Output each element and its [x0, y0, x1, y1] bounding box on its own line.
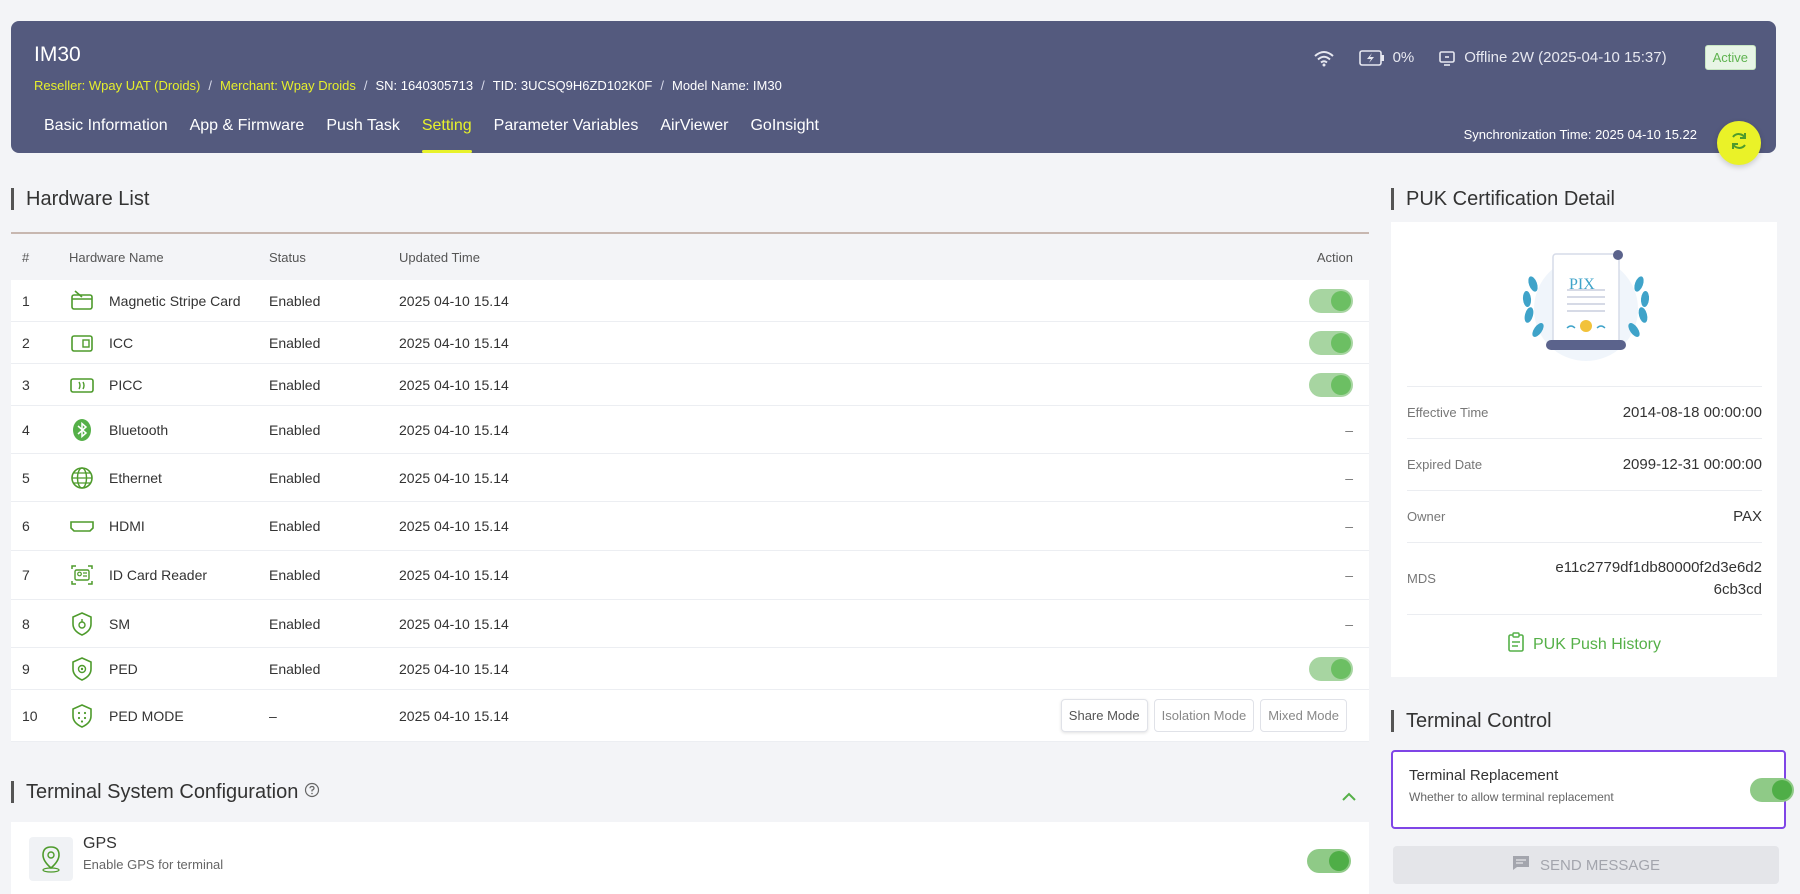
- isolation-mode-button[interactable]: Isolation Mode: [1153, 699, 1255, 732]
- help-icon[interactable]: [304, 781, 320, 803]
- refresh-icon: [1728, 130, 1750, 157]
- terminal-replacement-card: Terminal Replacement Whether to allow te…: [1391, 750, 1794, 829]
- terminal-replacement-toggle[interactable]: [1750, 778, 1794, 802]
- table-row: 10 PED MODE – 2025 04-10 15.14 Share Mod…: [11, 690, 1369, 742]
- gps-setting-card: GPS Enable GPS for terminal: [11, 822, 1369, 894]
- battery-status: 0%: [1358, 49, 1415, 67]
- gps-title: GPS: [83, 835, 117, 852]
- card-swipe-icon: [69, 288, 95, 314]
- terminal-replacement-description: Whether to allow terminal replacement: [1409, 790, 1614, 804]
- terminal-system-config-title: Terminal System Configuration: [11, 781, 320, 803]
- hdmi-icon: [69, 513, 95, 539]
- tab-basic-information[interactable]: Basic Information: [33, 117, 179, 153]
- table-row: 1 Magnetic Stripe Card Enabled 2025 04-1…: [11, 280, 1369, 322]
- battery-percent: 0%: [1392, 49, 1415, 66]
- merchant-link[interactable]: Merchant: Wpay Droids: [220, 78, 356, 93]
- table-row: 8 SM Enabled 2025 04-10 15.14 –: [11, 600, 1369, 648]
- sn-text: SN: 1640305713: [375, 78, 474, 93]
- icc-toggle[interactable]: [1309, 330, 1353, 355]
- reseller-link[interactable]: Reseller: Wpay UAT (Droids): [34, 78, 200, 93]
- tid-text: TID: 3UCSQ9H6ZD102K0F: [492, 78, 653, 93]
- tab-bar: Basic Information App & Firmware Push Ta…: [33, 117, 830, 153]
- online-status: Offline 2W (2025-04-10 15:37): [1438, 49, 1667, 67]
- gps-description: Enable GPS for terminal: [83, 857, 224, 872]
- battery-charging-icon: [1358, 49, 1385, 67]
- tab-parameter-variables[interactable]: Parameter Variables: [483, 117, 650, 153]
- sync-button[interactable]: [1717, 121, 1761, 165]
- mixed-mode-button[interactable]: Mixed Mode: [1260, 699, 1347, 732]
- certificate-illustration-icon: PIX: [1511, 244, 1661, 375]
- chevron-up-icon[interactable]: [1340, 790, 1358, 808]
- terminal-replacement-title: Terminal Replacement: [1409, 767, 1559, 784]
- device-meta: Reseller: Wpay UAT (Droids) / Merchant: Wp…: [34, 78, 782, 93]
- tab-push-task[interactable]: Push Task: [315, 117, 411, 153]
- msr-toggle[interactable]: [1309, 288, 1353, 313]
- table-row: 4 Bluetooth Enabled 2025 04-10 15.14 –: [11, 406, 1369, 454]
- shield-grid-icon: [69, 703, 95, 729]
- status-row: 0% Offline 2W (2025-04-10 15:37) Active: [1313, 45, 1756, 70]
- monitor-icon: [1438, 49, 1456, 67]
- puk-row-owner: Owner PAX: [1407, 490, 1762, 542]
- table-row: 2 ICC Enabled 2025 04-10 15.14: [11, 322, 1369, 364]
- send-message-button[interactable]: SEND MESSAGE: [1393, 846, 1779, 884]
- share-mode-button[interactable]: Share Mode: [1060, 699, 1148, 732]
- tab-setting[interactable]: Setting: [411, 117, 483, 153]
- tab-app-firmware[interactable]: App & Firmware: [179, 117, 316, 153]
- gps-toggle[interactable]: [1307, 849, 1351, 873]
- contactless-icon: [69, 372, 95, 398]
- sync-time: Synchronization Time: 2025 04-10 15.22: [1463, 127, 1697, 142]
- table-row: 7 ID Card Reader Enabled 2025 04-10 15.1…: [11, 551, 1369, 600]
- hardware-list-title: Hardware List: [11, 188, 149, 210]
- puk-push-history-link[interactable]: PUK Push History: [1391, 632, 1777, 657]
- hardware-table: # Hardware Name Status Updated Time Acti…: [11, 232, 1369, 742]
- table-header: # Hardware Name Status Updated Time Acti…: [11, 232, 1369, 280]
- puk-row-mds: MDS e11c2779df1db80000f2d3e6d2 6cb3cd: [1407, 542, 1762, 615]
- clipboard-icon: [1507, 632, 1525, 657]
- picc-toggle[interactable]: [1309, 372, 1353, 397]
- ped-toggle[interactable]: [1309, 656, 1353, 681]
- message-icon: [1512, 855, 1530, 875]
- certificate-badge-text: PIX: [1569, 276, 1595, 293]
- puk-row-expired-date: Expired Date 2099-12-31 00:00:00: [1407, 438, 1762, 490]
- wifi-icon: [1313, 49, 1335, 67]
- table-row: 6 HDMI Enabled 2025 04-10 15.14 –: [11, 502, 1369, 551]
- table-row: 3 PICC Enabled 2025 04-10 15.14: [11, 364, 1369, 406]
- table-row: 5 Ethernet Enabled 2025 04-10 15.14 –: [11, 454, 1369, 502]
- tab-airviewer[interactable]: AirViewer: [649, 117, 739, 153]
- table-row: 9 PED Enabled 2025 04-10 15.14: [11, 648, 1369, 690]
- bluetooth-icon: [69, 417, 95, 443]
- device-title: IM30: [34, 43, 81, 66]
- puk-row-effective-time: Effective Time 2014-08-18 00:00:00: [1407, 386, 1762, 438]
- model-text: Model Name: IM30: [671, 78, 782, 93]
- terminal-control-title: Terminal Control: [1391, 710, 1552, 732]
- offline-text: Offline 2W (2025-04-10 15:37): [1464, 49, 1667, 66]
- puk-certification-card: PIX Effective Time 2014-08-18 00:00:00 E…: [1391, 222, 1777, 677]
- shield-icon: [69, 656, 95, 682]
- location-pin-icon: [29, 837, 73, 881]
- chip-card-icon: [69, 330, 95, 356]
- shield-lock-icon: [69, 611, 95, 637]
- globe-icon: [69, 465, 95, 491]
- puk-certification-title: PUK Certification Detail: [1391, 188, 1615, 210]
- status-badge: Active: [1704, 45, 1756, 70]
- tab-goinsight[interactable]: GoInsight: [739, 117, 829, 153]
- id-card-icon: [69, 562, 95, 588]
